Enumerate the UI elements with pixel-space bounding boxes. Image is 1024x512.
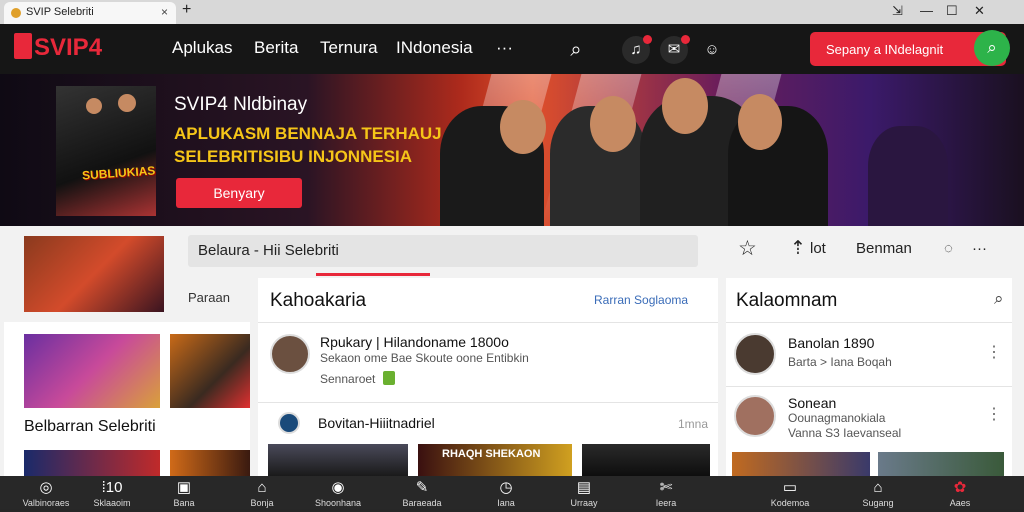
bottom-item-8[interactable]: ▤ Urraay: [544, 478, 624, 508]
avatar: [734, 395, 776, 437]
middle-panel-link[interactable]: Rarran Soglaoma: [594, 293, 688, 307]
nav-link-aplukas[interactable]: Aplukas: [172, 38, 232, 58]
news-card-subtitle: Sekaon ome Bae Skoute oone Entibkin: [320, 351, 529, 365]
link-icon[interactable]: ⇡: [790, 237, 806, 260]
search-go-icon[interactable]: ⌕: [974, 30, 1010, 66]
nav-link-indonesia[interactable]: INdonesia: [396, 38, 473, 58]
bottom-item-6[interactable]: ✎ Baraeada: [382, 478, 462, 508]
hero-poster: SUBLIUKIAS: [56, 86, 156, 216]
bottom-toolbar: ◎ Valbinoraes ⁞10 Sklaaoim ▣ Bana ⌂ Bonja ◉ S…: [0, 476, 1024, 512]
hero-poster-text: SUBLIUKIAS: [81, 163, 156, 183]
bottom-item-10[interactable]: ▭ Kodemoa: [750, 478, 830, 508]
kebab-menu-icon[interactable]: ⋮: [986, 404, 1002, 424]
news-thumbnail-text: RHAQH SHEKAON: [442, 448, 541, 460]
minimize-button[interactable]: —: [920, 3, 933, 18]
nav-link-ternura[interactable]: Ternura: [320, 38, 378, 58]
notification-icon[interactable]: ♫: [622, 35, 652, 64]
news-card-meta: Sennaroet: [320, 372, 376, 386]
active-tab-indicator: [316, 273, 430, 276]
site-logo[interactable]: SVIP4: [14, 33, 102, 62]
logo-mark-icon: [14, 33, 32, 59]
side-label: Paraan: [188, 290, 230, 305]
avatar: [270, 334, 310, 374]
news-card-time: 1mna: [678, 417, 709, 431]
news-thumbnail[interactable]: RHAQH SHEKAON: [418, 444, 572, 476]
avatar: [734, 333, 776, 375]
tab-title: SVIP Selebriti: [26, 6, 94, 18]
bottom-item-7[interactable]: ◷ Iana: [466, 478, 546, 508]
hero-banner: SUBLIUKIAS SVIP4 Nldbinay APLUKASM BENNA…: [0, 74, 1024, 226]
close-window-button[interactable]: ✕: [974, 3, 985, 19]
news-thumbnail[interactable]: [268, 444, 408, 476]
hero-band-image: [868, 126, 948, 226]
list-item-subtitle: Barta > Iana Boqah: [788, 355, 892, 369]
news-card-title: Bovitan-Hiiitnadriel: [318, 415, 435, 431]
list-item-title: Sonean: [788, 395, 837, 411]
link-label[interactable]: lot: [810, 240, 826, 257]
left-section-title: Belbarran Selebriti: [24, 418, 156, 435]
verified-badge-icon: [383, 371, 395, 385]
avatar: [278, 412, 300, 434]
hero-title: SVIP4 Nldbinay: [174, 94, 308, 115]
celebrity-thumbnail[interactable]: [170, 334, 250, 408]
bottom-item-11[interactable]: ⌂ Sugang: [838, 478, 918, 508]
search-icon[interactable]: ⌕: [562, 36, 590, 64]
benman-button[interactable]: Benman: [856, 240, 912, 257]
news-card-title: Rpukary | Hilandoname 1800o: [320, 334, 509, 350]
featured-thumbnail[interactable]: [24, 236, 164, 312]
hero-subtitle: APLUKASM BENNAJA TERHAUJ SELEBRITISIBU I…: [174, 124, 442, 166]
search-icon[interactable]: ⌕: [994, 289, 1004, 309]
bottom-item-12[interactable]: ✿ Aaes: [920, 478, 1000, 508]
browser-tab[interactable]: SVIP Selebriti ×: [4, 2, 176, 24]
chat-icon[interactable]: ✉: [660, 35, 690, 64]
list-item-title: Banolan 1890: [788, 335, 875, 351]
top-navbar: SVIP4 Aplukas Berita Ternura INdonesia ·…: [0, 24, 1024, 74]
bottom-item-5[interactable]: ◉ Shoonhana: [298, 478, 378, 508]
new-tab-button[interactable]: +: [182, 1, 191, 19]
bottom-item-2[interactable]: ⁞10 Sklaaoim: [72, 478, 152, 508]
list-item-subtitle: Oounagmanokiala: [788, 411, 886, 425]
user-icon[interactable]: ☺: [698, 36, 726, 64]
bottom-item-4[interactable]: ⌂ Bonja: [222, 478, 302, 508]
right-thumbnail[interactable]: [878, 452, 1004, 476]
page-search-input[interactable]: Belaura - Hii Selebriti: [188, 235, 698, 267]
browser-tab-bar: SVIP Selebriti × + ⇲ — ☐ ✕: [0, 0, 1024, 24]
celebrity-thumbnail[interactable]: [24, 450, 160, 476]
news-thumbnail[interactable]: [582, 444, 710, 476]
middle-panel-title: Kahoakaria: [270, 290, 367, 311]
bottom-item-3[interactable]: ▣ Bana: [144, 478, 224, 508]
comment-icon[interactable]: ◌: [944, 240, 953, 257]
tab-close-icon[interactable]: ×: [161, 5, 168, 19]
nav-link-berita[interactable]: Berita: [254, 38, 298, 58]
right-panel-title: Kalaomnam: [736, 290, 838, 311]
bottom-item-9[interactable]: ✄ Ieera: [626, 478, 706, 508]
celebrity-thumbnail[interactable]: [170, 450, 250, 476]
maximize-button[interactable]: ☐: [946, 3, 958, 19]
hero-cta-button[interactable]: Benyary: [176, 178, 302, 208]
more-options-button[interactable]: ···: [972, 240, 987, 257]
favicon-icon: [11, 8, 21, 18]
list-item-subtitle: Vanna S3 Iaevanseal: [788, 426, 902, 440]
right-thumbnail[interactable]: [732, 452, 870, 476]
extensions-icon[interactable]: ⇲: [892, 3, 903, 19]
kebab-menu-icon[interactable]: ⋮: [986, 342, 1002, 362]
nav-more-button[interactable]: ···: [496, 38, 513, 58]
celebrity-thumbnail[interactable]: [24, 334, 160, 408]
star-icon[interactable]: ☆: [738, 236, 757, 261]
